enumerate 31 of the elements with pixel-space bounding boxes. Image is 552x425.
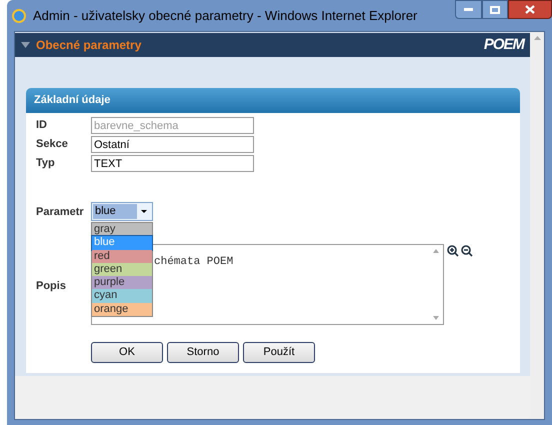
textarea-text: chémata POEM xyxy=(154,256,234,268)
minimize-button[interactable] xyxy=(455,0,482,19)
dialog-button[interactable]: Storno xyxy=(167,342,239,363)
close-button[interactable] xyxy=(508,0,552,19)
dropdown-option[interactable]: green xyxy=(92,262,152,276)
field-label: ID xyxy=(36,118,48,134)
dropdown-option[interactable]: orange xyxy=(92,302,152,316)
text-field[interactable]: Ostatní xyxy=(91,136,254,153)
collapse-icon xyxy=(21,42,30,48)
close-icon xyxy=(525,5,535,14)
header-title: Obecné parametry xyxy=(36,37,142,54)
maximize-icon xyxy=(490,6,500,14)
zoom-in-icon[interactable] xyxy=(447,245,459,257)
window-title: Admin - uživatelsky obecné parametry - Windows Internet Explorer xyxy=(33,6,418,25)
parametr-select[interactable]: blue xyxy=(91,202,153,221)
text-field[interactable]: TEXT xyxy=(91,155,254,172)
field-label: Sekce xyxy=(36,137,69,152)
dropdown-option[interactable]: gray xyxy=(92,223,152,236)
dropdown-option[interactable]: purple xyxy=(92,276,152,290)
minimize-icon xyxy=(464,8,473,11)
dropdown-option[interactable]: cyan xyxy=(92,289,152,303)
zoom-out-icon[interactable] xyxy=(461,245,473,257)
dialog-button[interactable]: Použít xyxy=(243,342,315,363)
dropdown-option[interactable]: red xyxy=(92,250,152,263)
dialog-button[interactable]: OK xyxy=(91,342,163,363)
field-label: Parametr xyxy=(36,205,85,220)
maximize-button[interactable] xyxy=(482,0,508,19)
field-label: Popis xyxy=(36,279,67,294)
logo: POEM xyxy=(484,34,524,55)
panel-title: Základní údaje xyxy=(34,93,110,108)
field-label: Typ xyxy=(36,156,56,172)
